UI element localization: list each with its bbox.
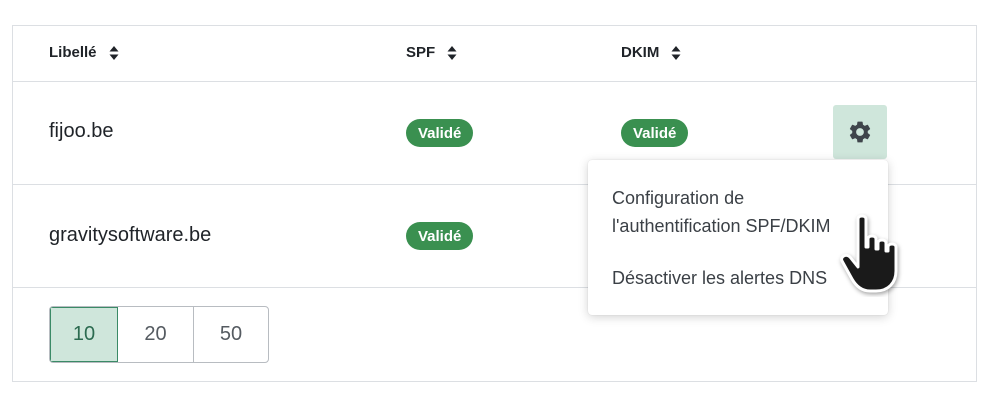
page-size-20-button[interactable]: 20 xyxy=(118,307,194,362)
sort-icon xyxy=(671,45,681,60)
sort-icon xyxy=(109,45,119,60)
dkim-status-badge: Validé xyxy=(621,119,689,147)
domain-name: gravitysoftware.be xyxy=(49,224,212,246)
column-header-dkim-text: DKIM xyxy=(621,44,660,61)
column-header-label-text: Libellé xyxy=(49,44,97,61)
page-size-50-button[interactable]: 50 xyxy=(194,307,268,362)
column-header-spf[interactable]: SPF xyxy=(406,44,457,61)
spf-status-badge: Validé xyxy=(406,222,474,250)
menu-item-disable-dns-alerts[interactable]: Désactiver les alertes DNS xyxy=(612,264,827,292)
table-header: Libellé SPF DKIM xyxy=(13,26,976,82)
menu-item-configure-spf-dkim[interactable]: Configuration de l'authentification SPF/… xyxy=(612,184,831,240)
column-header-dkim[interactable]: DKIM xyxy=(621,44,681,61)
column-header-spf-text: SPF xyxy=(406,44,436,61)
spf-status-badge: Validé xyxy=(406,119,474,147)
page-size-selector: 10 20 50 xyxy=(49,306,269,363)
column-header-label[interactable]: Libellé xyxy=(49,44,119,61)
row-settings-button[interactable] xyxy=(833,105,887,159)
sort-icon xyxy=(447,45,457,60)
page-size-10-button[interactable]: 10 xyxy=(50,307,118,362)
domain-name: fijoo.be xyxy=(49,120,114,142)
hand-pointer-icon xyxy=(840,214,898,293)
gear-icon xyxy=(849,121,871,143)
